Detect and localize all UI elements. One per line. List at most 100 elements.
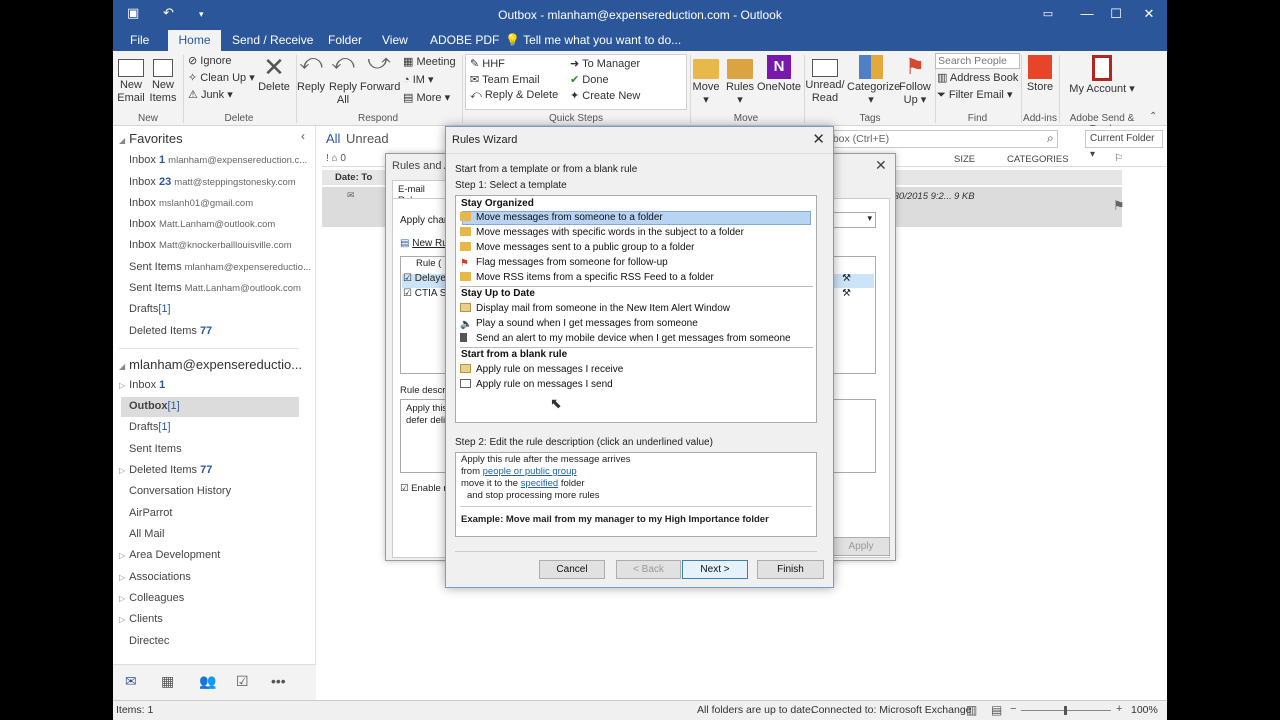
minimize-icon[interactable]: —: [1073, 4, 1101, 24]
tell-me-box[interactable]: 💡 Tell me what you want to do...: [497, 30, 689, 51]
follow-up-button[interactable]: ⚑ Follow Up ▾: [897, 55, 933, 107]
finish-button[interactable]: Finish: [757, 560, 824, 579]
search-people-input[interactable]: Search People: [935, 53, 1020, 69]
collapse-pane-icon[interactable]: ‹: [301, 129, 305, 143]
folder-drafts[interactable]: Drafts[1]: [129, 421, 171, 433]
filter-unread[interactable]: Unread: [346, 131, 389, 146]
fav-inbox-2[interactable]: Inbox 23 matt@steppingstonesky.com: [129, 176, 296, 188]
template-move-public-group[interactable]: Move messages sent to a public group to …: [460, 241, 694, 255]
fav-inbox-1[interactable]: Inbox 1 mlanham@expensereduction.c...: [129, 154, 307, 166]
tab-folder[interactable]: Folder: [320, 30, 370, 51]
search-mailbox-input[interactable]: nbox (Ctrl+E): [822, 130, 1058, 148]
zoom-out-icon[interactable]: −: [1010, 703, 1016, 715]
reply-all-button[interactable]: ⤺ Reply All: [328, 51, 358, 107]
folder-colleagues[interactable]: ▷ Colleagues: [119, 592, 184, 604]
ribbon-display-icon[interactable]: ▭: [1034, 4, 1062, 24]
delete-button[interactable]: ✕ Delete: [256, 54, 292, 94]
more-respond-button[interactable]: ▤ More ▾: [403, 91, 450, 104]
checkbox-checked-icon[interactable]: ☑: [403, 288, 412, 299]
im-button[interactable]: ◔ IM ▾: [403, 73, 434, 86]
template-move-specific-words[interactable]: Move messages with specific words in the…: [460, 226, 744, 240]
new-rule-button[interactable]: ▤ New Ru: [400, 238, 448, 249]
maximize-icon[interactable]: ☐: [1102, 4, 1130, 24]
rule-row-2[interactable]: ☑ CTIA S: [403, 288, 446, 299]
zoom-in-icon[interactable]: +: [1116, 703, 1122, 715]
normal-view-icon[interactable]: ▥: [966, 703, 977, 717]
tasks-icon[interactable]: ☑: [236, 673, 249, 690]
filter-all[interactable]: All: [326, 131, 340, 146]
importance-column-icon[interactable]: ! ⌂ 0: [326, 153, 346, 164]
tab-send-receive[interactable]: Send / Receive: [224, 30, 321, 51]
junk-button[interactable]: ⚠ Junk ▾: [188, 88, 233, 101]
rules-alerts-close-icon[interactable]: ✕: [875, 157, 887, 174]
size-column-header[interactable]: SIZE: [954, 154, 975, 165]
folder-area-development[interactable]: ▷ Area Development: [119, 549, 220, 561]
folder-sent-items[interactable]: Sent Items: [129, 443, 182, 455]
flag-column-icon[interactable]: ⚐: [1114, 153, 1123, 164]
zoom-level[interactable]: 100%: [1131, 704, 1158, 716]
search-scope-dropdown[interactable]: Current Folder ▾: [1085, 130, 1163, 160]
new-email-button[interactable]: New Email: [116, 55, 146, 105]
new-items-button[interactable]: New Items: [148, 55, 178, 105]
ignore-button[interactable]: ⊘ Ignore: [188, 54, 231, 67]
clean-up-button[interactable]: ✧ Clean Up ▾: [188, 71, 255, 84]
apply-button[interactable]: Apply: [832, 537, 890, 556]
message-flag-icon[interactable]: ⚑: [1113, 198, 1125, 214]
fav-sent-2[interactable]: Sent Items Matt.Lanham@outlook.com: [129, 282, 301, 294]
people-or-public-group-link[interactable]: people or public group: [483, 466, 577, 477]
quick-step-reply-delete[interactable]: ⤺ Reply & Delete: [470, 89, 558, 102]
folder-inbox[interactable]: ▷ Inbox 1: [119, 379, 165, 391]
collapse-ribbon-icon[interactable]: ⌃: [1149, 111, 1157, 122]
unread-read-button[interactable]: Unread/ Read: [805, 55, 845, 105]
quick-step-to-manager[interactable]: ➜ To Manager: [570, 57, 640, 70]
email-rules-tab[interactable]: E-mail Rules: [392, 180, 450, 206]
fav-inbox-3[interactable]: Inbox mslanh01@gmail.com: [129, 197, 253, 209]
tab-home[interactable]: Home: [168, 30, 221, 51]
enable-rss-checkbox[interactable]: ☑ Enable r: [400, 483, 447, 494]
fav-sent-1[interactable]: Sent Items mlanham@expensereductio...: [129, 261, 311, 273]
forward-button[interactable]: ⤻ Forward: [360, 51, 400, 94]
specified-folder-link[interactable]: specified: [521, 478, 559, 489]
favorites-header[interactable]: ◢ Favorites: [119, 131, 183, 146]
quick-step-hhf[interactable]: ✎ HHF: [470, 57, 505, 70]
checkbox-checked-icon[interactable]: ☑: [403, 273, 412, 284]
template-apply-send[interactable]: Apply rule on messages I send: [460, 378, 613, 392]
quick-step-team-email[interactable]: ✉ Team Email: [470, 73, 540, 86]
filter-email-button[interactable]: ⏷ Filter Email ▾: [937, 88, 1012, 102]
folder-conversation-history[interactable]: Conversation History: [129, 485, 231, 497]
categorize-button[interactable]: Categorize ▾: [847, 55, 900, 107]
template-mobile-alert[interactable]: Send an alert to my mobile device when I…: [460, 332, 791, 346]
onenote-button[interactable]: N OneNote: [756, 55, 802, 94]
close-icon[interactable]: ✕: [1135, 4, 1163, 24]
quick-step-create-new[interactable]: ✦ Create New: [570, 89, 640, 102]
tab-adobe-pdf[interactable]: ADOBE PDF: [422, 30, 507, 51]
back-button[interactable]: < Back: [616, 560, 681, 579]
template-move-from-someone[interactable]: Move messages from someone to a folder: [460, 211, 663, 225]
store-button[interactable]: Store: [1023, 55, 1057, 94]
folder-directec[interactable]: Directec: [129, 635, 169, 647]
mail-icon[interactable]: ✉: [125, 673, 137, 690]
calendar-icon[interactable]: ▦: [161, 673, 174, 690]
checkbox-checked-icon[interactable]: ☑: [400, 483, 409, 494]
folder-airparrot[interactable]: AirParrot: [129, 507, 172, 519]
folder-deleted-items[interactable]: ▷ Deleted Items 77: [119, 464, 212, 476]
quick-step-done[interactable]: ✔ Done: [570, 73, 609, 86]
cancel-button[interactable]: Cancel: [539, 560, 605, 579]
my-account-button[interactable]: My Account ▾: [1065, 55, 1139, 96]
template-flag-follow-up[interactable]: ⚑ Flag messages from someone for follow-u…: [460, 256, 668, 270]
fav-drafts[interactable]: Drafts[1]: [129, 303, 171, 315]
fav-inbox-4[interactable]: Inbox Matt.Lanham@outlook.com: [129, 218, 275, 230]
folder-outbox[interactable]: Outbox[1]: [129, 400, 180, 412]
search-icon[interactable]: ⌕: [1047, 131, 1054, 146]
address-book-button[interactable]: ▥ Address Book: [937, 71, 1018, 84]
reply-button[interactable]: ⤺ Reply: [296, 51, 326, 94]
categories-column-header[interactable]: CATEGORIES: [1007, 154, 1069, 165]
template-new-item-alert[interactable]: Display mail from someone in the New Ite…: [460, 302, 730, 316]
reading-view-icon[interactable]: ▤: [991, 703, 1002, 717]
account-header[interactable]: ◢ mlanham@expensereductio...: [119, 357, 302, 372]
meeting-button[interactable]: ▦ Meeting: [403, 55, 456, 68]
next-button[interactable]: Next >: [682, 560, 748, 579]
rules-button[interactable]: Rules ▾: [724, 55, 756, 107]
folder-clients[interactable]: ▷ Clients: [119, 613, 163, 625]
template-apply-receive[interactable]: Apply rule on messages I receive: [460, 363, 623, 377]
